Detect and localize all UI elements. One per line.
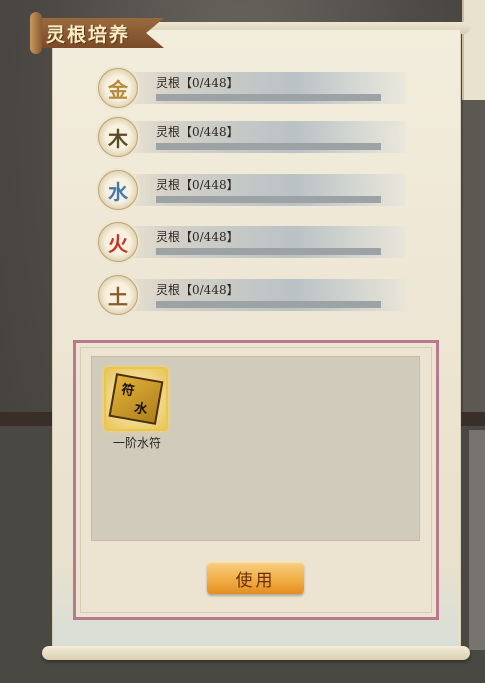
- root-row-earth: 土 灵根【0/448】: [98, 275, 408, 315]
- background-side-shade: [463, 100, 485, 420]
- use-button[interactable]: 使用: [207, 562, 304, 594]
- wood-element-icon: 木: [98, 117, 138, 157]
- root-row-metal: 金 灵根【0/448】: [98, 68, 408, 108]
- root-label: 灵根【0/448】: [156, 230, 239, 244]
- root-row-water: 水 灵根【0/448】: [98, 170, 408, 210]
- root-progress-bar: [156, 248, 381, 255]
- root-progress-bar: [156, 196, 381, 203]
- root-row-fire: 火 灵根【0/448】: [98, 222, 408, 262]
- root-progress-bar: [156, 94, 381, 101]
- background-side-panel: [462, 0, 485, 100]
- background-tab: [469, 430, 485, 650]
- panel-title: 灵根培养: [46, 24, 131, 46]
- scroll-rod-bottom: [42, 646, 470, 660]
- item-name: 一阶水符: [112, 436, 161, 450]
- metal-element-icon: 金: [98, 68, 138, 108]
- root-label: 灵根【0/448】: [156, 178, 239, 192]
- root-label: 灵根【0/448】: [156, 125, 239, 139]
- water-element-icon: 水: [98, 170, 138, 210]
- banner-scroll-knob: [30, 12, 42, 54]
- earth-element-icon: 土: [98, 275, 138, 315]
- inventory-item-slot[interactable]: 符 水: [104, 367, 168, 431]
- root-progress-bar: [156, 301, 381, 308]
- root-label: 灵根【0/448】: [156, 283, 239, 297]
- water-talisman-icon: 符 水: [108, 373, 164, 425]
- fire-element-icon: 火: [98, 222, 138, 262]
- root-row-wood: 木 灵根【0/448】: [98, 117, 408, 157]
- root-progress-bar: [156, 143, 381, 150]
- root-label: 灵根【0/448】: [156, 76, 239, 90]
